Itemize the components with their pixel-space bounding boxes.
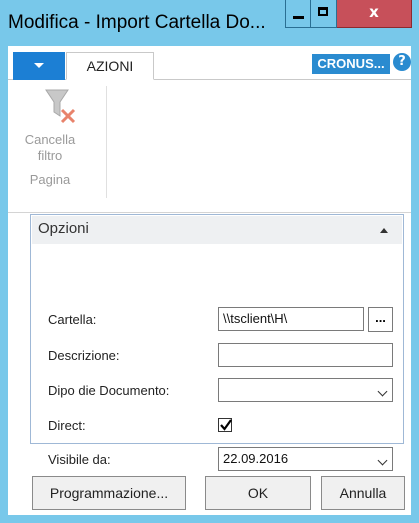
options-title: Opzioni <box>38 220 89 237</box>
visibile-da-select[interactable]: 22.09.2016 <box>218 447 393 471</box>
checkmark-icon <box>220 419 232 431</box>
tab-azioni[interactable]: AZIONI <box>66 52 154 80</box>
ribbon-group-pagina: Cancella filtro Pagina <box>14 86 107 198</box>
tipo-documento-select[interactable] <box>218 378 393 402</box>
collapse-icon <box>380 228 388 233</box>
descrizione-field[interactable] <box>218 343 393 367</box>
company-button[interactable]: CRONUS... <box>312 54 390 74</box>
close-icon: x <box>369 3 379 21</box>
dialog-window: Modifica - Import Cartella Do... x AZION… <box>0 0 419 523</box>
ribbon-group-label: Pagina <box>29 172 71 187</box>
clear-filter-icon <box>45 89 76 124</box>
clear-filter-label: Cancella filtro <box>14 132 86 164</box>
ok-button[interactable]: OK <box>205 476 311 510</box>
ribbon: Cancella filtro Pagina <box>8 80 411 213</box>
clear-filter-label-line2: filtro <box>37 148 63 163</box>
tab-bar: AZIONI CRONUS... ? <box>8 46 411 80</box>
options-panel: Opzioni Cartella: \\tsclient\H\ ... Desc… <box>30 214 404 471</box>
cartella-label: Cartella: <box>48 312 97 327</box>
programmazione-button[interactable]: Programmazione... <box>32 476 186 510</box>
maximize-button[interactable] <box>311 0 337 28</box>
direct-label: Direct: <box>48 418 86 433</box>
window-title: Modifica - Import Cartella Do... <box>8 12 266 33</box>
clear-filter-button[interactable]: Cancella filtro <box>14 86 86 168</box>
tipo-documento-label: Dipo die Documento: <box>48 383 170 398</box>
help-icon[interactable]: ? <box>393 53 411 71</box>
title-bar: Modifica - Import Cartella Do... x <box>0 0 419 46</box>
clear-filter-label-line1: Cancella <box>24 132 76 147</box>
descrizione-label: Descrizione: <box>48 348 120 363</box>
dialog-content: AZIONI CRONUS... ? Cancella filtro Pagin… <box>8 46 411 515</box>
chevron-down-icon <box>377 386 388 397</box>
direct-checkbox[interactable] <box>218 418 232 432</box>
minimize-button[interactable] <box>285 0 311 28</box>
cartella-lookup-button[interactable]: ... <box>368 307 393 332</box>
chevron-down-icon <box>377 455 388 466</box>
annulla-button[interactable]: Annulla <box>321 476 405 510</box>
visibile-da-value: 22.09.2016 <box>223 451 289 466</box>
chevron-down-icon <box>34 63 44 68</box>
close-button[interactable]: x <box>337 0 412 28</box>
maximize-icon <box>318 7 328 16</box>
application-menu-button[interactable] <box>13 52 65 80</box>
visibile-da-label: Visibile da: <box>48 452 111 467</box>
options-header[interactable]: Opzioni <box>32 216 402 244</box>
cartella-field[interactable]: \\tsclient\H\ <box>218 307 364 331</box>
minimize-icon <box>293 16 304 19</box>
